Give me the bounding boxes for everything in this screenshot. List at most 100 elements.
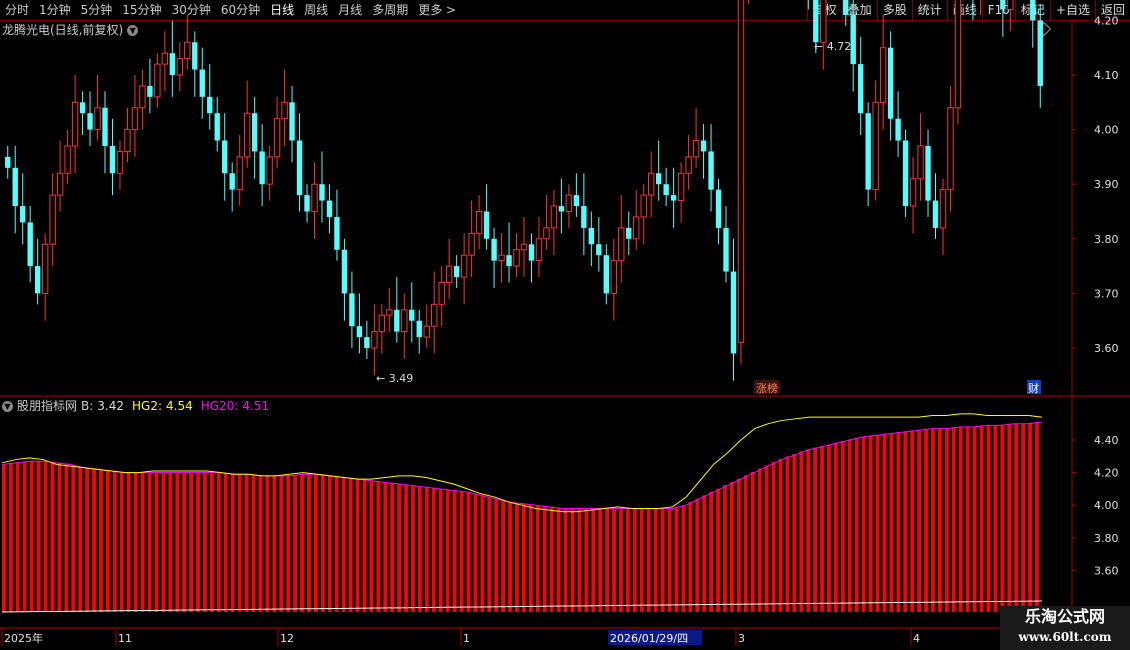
candle-body bbox=[850, 14, 856, 65]
indicator-bar bbox=[896, 432, 901, 612]
indicator-bar bbox=[106, 470, 110, 612]
indicator-bar bbox=[764, 465, 769, 612]
indicator-bar bbox=[743, 475, 748, 612]
indicator-bar bbox=[1007, 423, 1012, 612]
candle-body bbox=[902, 140, 909, 207]
candle-body bbox=[909, 178, 917, 207]
candle-body bbox=[251, 113, 258, 152]
indicator-bar bbox=[917, 429, 922, 612]
candle-body bbox=[535, 238, 543, 262]
indicator-bar bbox=[944, 427, 949, 612]
indicator-bar bbox=[924, 428, 928, 612]
indicator-bar bbox=[723, 485, 727, 612]
indicator-bar bbox=[639, 508, 644, 612]
candle-body bbox=[192, 42, 198, 70]
ind-tick-label: 4.40 bbox=[1094, 434, 1119, 447]
candle-body bbox=[588, 227, 595, 245]
indicator-bar bbox=[362, 479, 367, 612]
candle-body bbox=[1000, 0, 1006, 10]
ind-tick-label: 4.00 bbox=[1094, 499, 1119, 512]
ind-tick-label: 4.20 bbox=[1094, 467, 1119, 480]
indicator-bar bbox=[438, 489, 443, 612]
candle-body bbox=[558, 206, 565, 212]
candle-body bbox=[887, 47, 894, 119]
indicator-bar bbox=[216, 472, 221, 612]
indicator-bar bbox=[1035, 422, 1039, 612]
candle-body bbox=[1007, 0, 1014, 10]
indicator-bar bbox=[293, 475, 298, 612]
indicator-bar bbox=[903, 431, 908, 612]
indicator-bar bbox=[133, 472, 138, 612]
candle-body bbox=[266, 156, 273, 185]
indicator-bar bbox=[979, 425, 984, 612]
indicator-bar bbox=[528, 504, 533, 612]
indicator-bar bbox=[584, 508, 589, 612]
indicator-bar bbox=[577, 508, 582, 612]
indicator-bar bbox=[272, 475, 277, 612]
indicator-bar bbox=[119, 472, 124, 612]
indicator-bar bbox=[910, 430, 915, 612]
candle-body bbox=[715, 189, 722, 228]
candle-body bbox=[273, 118, 281, 158]
indicator-bar bbox=[466, 492, 471, 612]
candle-body bbox=[102, 107, 108, 146]
candle-body bbox=[663, 184, 669, 196]
candle-body bbox=[139, 85, 146, 109]
candle-body bbox=[670, 195, 677, 201]
candle-body bbox=[438, 281, 445, 305]
candle-body bbox=[109, 145, 116, 174]
candle-body bbox=[229, 173, 235, 190]
indicator-bar bbox=[681, 505, 686, 612]
candle-body bbox=[34, 266, 41, 294]
indicator-bar bbox=[1028, 422, 1032, 612]
indicator-bar bbox=[244, 474, 249, 612]
candle-body bbox=[506, 255, 512, 267]
indicator-bar bbox=[653, 508, 658, 612]
indicator-bar bbox=[716, 488, 720, 612]
indicator-bar bbox=[182, 472, 187, 612]
indicator-bar bbox=[632, 508, 637, 612]
indicator-bar bbox=[993, 425, 998, 612]
indicator-bar bbox=[785, 456, 790, 612]
candle-body bbox=[445, 265, 453, 283]
indicator-bar bbox=[813, 447, 818, 612]
candle-body bbox=[79, 102, 86, 114]
indicator-bar bbox=[736, 478, 741, 612]
candle-body bbox=[207, 96, 213, 114]
candle-body bbox=[356, 326, 363, 338]
candle-body bbox=[334, 216, 340, 250]
candle-body bbox=[289, 102, 295, 141]
candle-body bbox=[932, 200, 939, 228]
indicator-bar bbox=[22, 461, 27, 612]
candle-body bbox=[423, 325, 430, 338]
indicator-bar bbox=[958, 426, 963, 612]
indicator-bar bbox=[1021, 423, 1026, 612]
indicator-bar bbox=[8, 463, 13, 612]
indicator-bar bbox=[36, 461, 41, 612]
candle-body bbox=[131, 107, 139, 131]
indicator-bar bbox=[286, 475, 291, 612]
candle-body bbox=[326, 200, 333, 217]
date-label: 4 bbox=[913, 632, 920, 645]
candle-body bbox=[236, 156, 243, 191]
watermark: 乐淘公式网 www.60lt.com bbox=[1000, 606, 1130, 650]
candle-body bbox=[618, 227, 625, 262]
indicator-bar bbox=[660, 508, 665, 612]
candle-body bbox=[581, 206, 587, 228]
indicator-bar bbox=[279, 475, 284, 612]
indicator-bar bbox=[99, 469, 103, 612]
indicator-bar bbox=[397, 484, 402, 612]
indicator-bar bbox=[626, 508, 630, 612]
indicator-bar bbox=[1000, 424, 1005, 612]
kline-chart[interactable]: 4.604.504.404.304.204.104.003.903.803.70… bbox=[0, 0, 1130, 650]
indicator-bar bbox=[709, 491, 714, 612]
candle-body bbox=[954, 0, 962, 109]
price-tick-label: 4.10 bbox=[1094, 69, 1119, 82]
indicator-bar bbox=[494, 499, 499, 612]
candle-body bbox=[939, 189, 947, 229]
indicator-bar bbox=[85, 467, 90, 612]
indicator-bar bbox=[827, 444, 831, 612]
indicator-bar bbox=[882, 433, 887, 612]
candle-body bbox=[41, 243, 49, 294]
candle-body bbox=[124, 129, 131, 152]
